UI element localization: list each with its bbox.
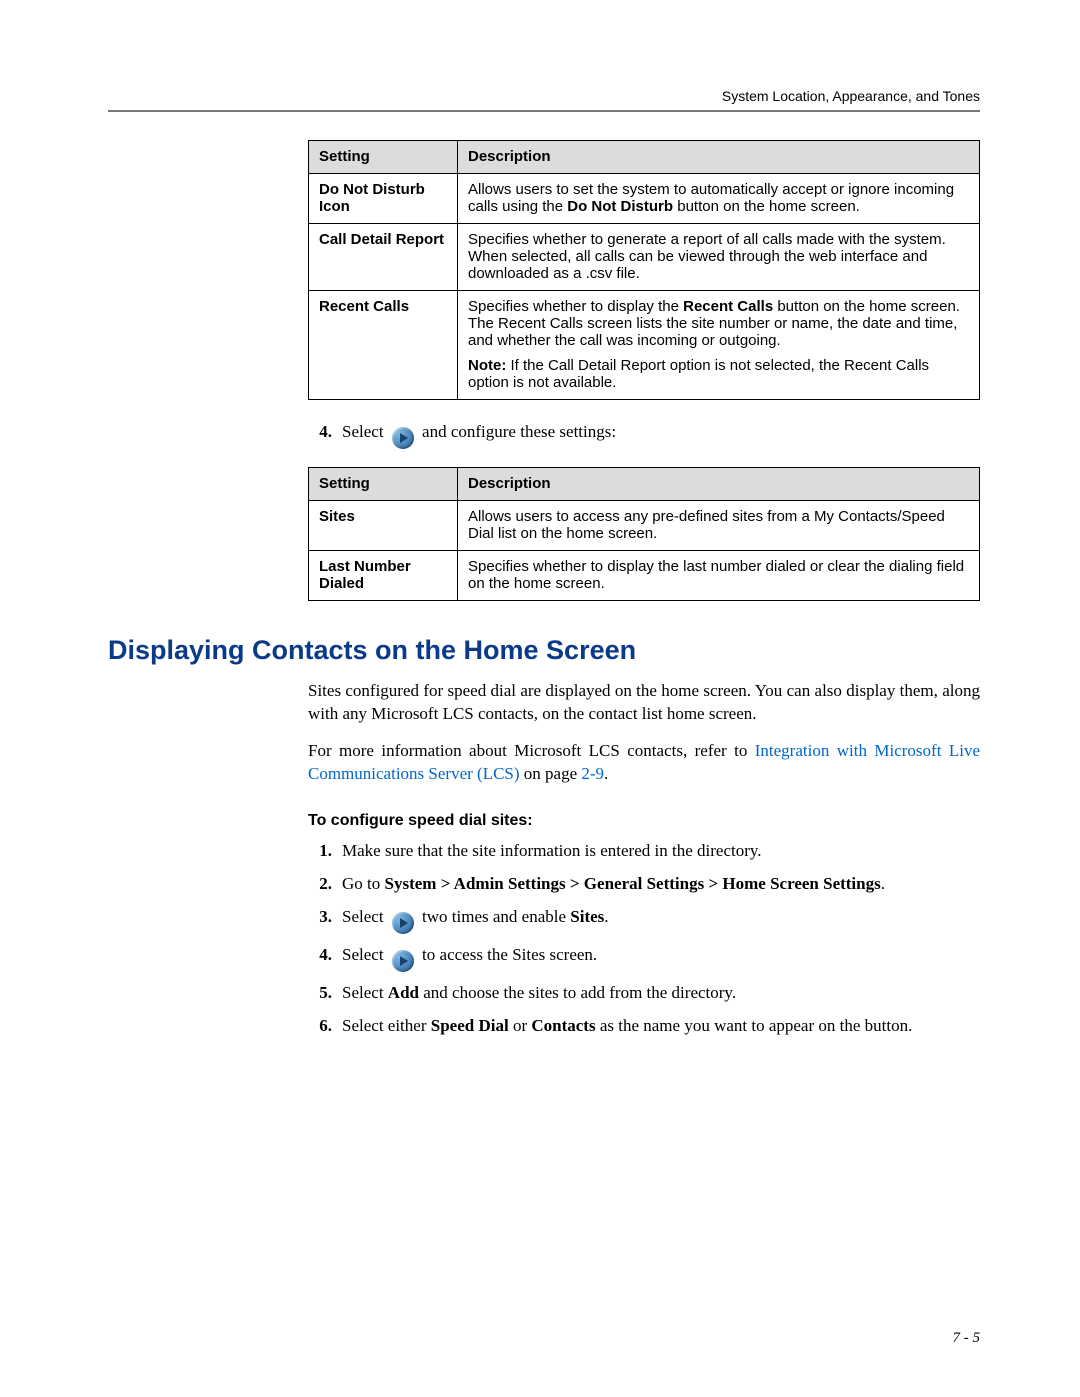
table-header-setting: Setting: [309, 141, 458, 174]
step-body: Select two times and enable Sites.: [342, 906, 980, 934]
text: as the name you want to appear on the bu…: [596, 1016, 913, 1035]
header-rule: [108, 110, 980, 112]
text-bold: Recent Calls: [683, 298, 773, 315]
page-number: 7 - 5: [953, 1330, 981, 1347]
text: on page: [520, 764, 582, 783]
text: If the Call Detail Report option is not …: [468, 357, 929, 391]
page: System Location, Appearance, and Tones S…: [0, 0, 1080, 1397]
setting-name: Sites: [309, 501, 458, 551]
step-5: Select Add and choose the sites to add f…: [308, 982, 980, 1005]
settings-table-2: Setting Description Sites Allows users t…: [308, 467, 980, 601]
text: Specifies whether to display the: [468, 298, 683, 315]
setting-name: Last Number Dialed: [309, 551, 458, 601]
setting-desc: Specifies whether to generate a report o…: [458, 224, 980, 291]
text: two times and enable: [418, 907, 571, 926]
text-bold: Add: [388, 983, 419, 1002]
next-arrow-icon: [392, 912, 414, 934]
step-body: Select either Speed Dial or Contacts as …: [342, 1015, 980, 1038]
body-paragraph: Sites configured for speed dial are disp…: [308, 680, 980, 726]
text: Go to: [342, 874, 385, 893]
step-6: Select either Speed Dial or Contacts as …: [308, 1015, 980, 1038]
text: Select: [342, 422, 388, 441]
table-header-description: Description: [458, 141, 980, 174]
text: Select: [342, 945, 388, 964]
setting-name: Call Detail Report: [309, 224, 458, 291]
next-arrow-icon: [392, 950, 414, 972]
text: .: [604, 764, 608, 783]
text: and configure these settings:: [422, 422, 616, 441]
running-header: System Location, Appearance, and Tones: [108, 88, 980, 104]
step-body: Select to access the Sites screen.: [342, 944, 980, 972]
text-bold: Do Not Disturb: [567, 198, 673, 215]
setting-desc: Specifies whether to display the last nu…: [458, 551, 980, 601]
setting-name: Recent Calls: [309, 291, 458, 400]
settings-table-1: Setting Description Do Not Disturb Icon …: [308, 140, 980, 400]
step-body: Select Add and choose the sites to add f…: [342, 982, 980, 1005]
content-block: Setting Description Do Not Disturb Icon …: [308, 140, 980, 601]
table-row: Last Number Dialed Specifies whether to …: [309, 551, 980, 601]
step-body: Go to System > Admin Settings > General …: [342, 873, 980, 896]
step-3: Select two times and enable Sites.: [308, 906, 980, 934]
text-bold: Sites: [570, 907, 604, 926]
step-body: Make sure that the site information is e…: [342, 840, 980, 863]
text: .: [604, 907, 608, 926]
next-arrow-icon: [392, 427, 414, 449]
table-row: Recent Calls Specifies whether to displa…: [309, 291, 980, 400]
page-reference-link[interactable]: 2-9: [581, 764, 604, 783]
step-4: Select to access the Sites screen.: [308, 944, 980, 972]
text-bold: Speed Dial: [431, 1016, 509, 1035]
text-bold: System > Admin Settings > General Settin…: [385, 874, 881, 893]
content-block-2: Sites configured for speed dial are disp…: [308, 680, 980, 1038]
table-row: Sites Allows users to access any pre-def…: [309, 501, 980, 551]
text: Select: [342, 983, 388, 1002]
text-bold: Note:: [468, 357, 506, 374]
procedure-steps: Make sure that the site information is e…: [308, 840, 980, 1038]
step-number: 4.: [308, 422, 332, 442]
table-header-setting: Setting: [309, 468, 458, 501]
setting-desc: Allows users to set the system to automa…: [458, 174, 980, 224]
setting-desc: Allows users to access any pre-defined s…: [458, 501, 980, 551]
step-body: Select and configure these settings:: [342, 422, 980, 449]
setting-name: Do Not Disturb Icon: [309, 174, 458, 224]
text: and choose the sites to add from the dir…: [419, 983, 736, 1002]
table-row: Do Not Disturb Icon Allows users to set …: [309, 174, 980, 224]
setting-desc: Specifies whether to display the Recent …: [458, 291, 980, 400]
text-bold: Contacts: [531, 1016, 595, 1035]
text: button on the home screen.: [673, 198, 860, 215]
step-1: Make sure that the site information is e…: [308, 840, 980, 863]
text: to access the Sites screen.: [418, 945, 597, 964]
body-paragraph: For more information about Microsoft LCS…: [308, 740, 980, 786]
step-4: 4. Select and configure these settings:: [308, 422, 980, 449]
text: For more information about Microsoft LCS…: [308, 741, 755, 760]
step-2: Go to System > Admin Settings > General …: [308, 873, 980, 896]
text: Select either: [342, 1016, 431, 1035]
text: .: [881, 874, 885, 893]
text: Specifies whether to generate a report o…: [468, 231, 969, 282]
procedure-subhead: To configure speed dial sites:: [308, 812, 980, 830]
text: Select: [342, 907, 388, 926]
text: or: [509, 1016, 532, 1035]
table-row: Call Detail Report Specifies whether to …: [309, 224, 980, 291]
section-heading: Displaying Contacts on the Home Screen: [108, 635, 980, 666]
table-header-description: Description: [458, 468, 980, 501]
